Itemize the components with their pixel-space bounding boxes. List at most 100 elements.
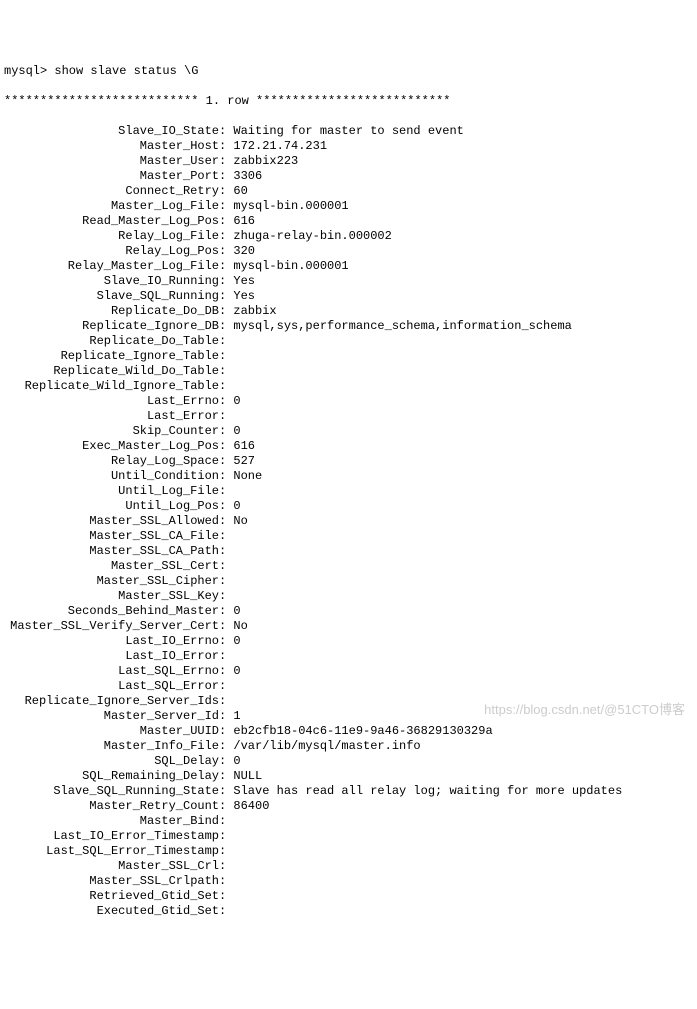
field-colon: :	[219, 829, 233, 843]
field-colon: :	[219, 529, 233, 543]
field-label: Master_SSL_Crl	[4, 859, 219, 874]
field-label: Master_Info_File	[4, 739, 219, 754]
field-label: Master_UUID	[4, 724, 219, 739]
field-row: Master_Log_File: mysql-bin.000001	[4, 199, 693, 214]
field-label: Master_Log_File	[4, 199, 219, 214]
field-label: Executed_Gtid_Set	[4, 904, 219, 919]
field-label: Connect_Retry	[4, 184, 219, 199]
field-row: Exec_Master_Log_Pos: 616	[4, 439, 693, 454]
field-label: Replicate_Ignore_Table	[4, 349, 219, 364]
field-label: Read_Master_Log_Pos	[4, 214, 219, 229]
field-row: Master_Port: 3306	[4, 169, 693, 184]
field-colon: :	[219, 424, 233, 438]
field-label: Until_Log_File	[4, 484, 219, 499]
field-colon: :	[219, 499, 233, 513]
field-value: 0	[233, 424, 240, 438]
field-value: NULL	[233, 769, 262, 783]
field-row: Executed_Gtid_Set:	[4, 904, 693, 919]
field-colon: :	[219, 814, 233, 828]
field-row: Master_Info_File: /var/lib/mysql/master.…	[4, 739, 693, 754]
mysql-prompt: mysql> show slave status \G	[4, 64, 693, 79]
field-label: Last_SQL_Error_Timestamp	[4, 844, 219, 859]
field-row: Relay_Log_Pos: 320	[4, 244, 693, 259]
field-label: Master_User	[4, 154, 219, 169]
field-row: Last_IO_Error:	[4, 649, 693, 664]
field-colon: :	[219, 559, 233, 573]
field-row: Master_SSL_Cert:	[4, 559, 693, 574]
field-row: Replicate_Wild_Do_Table:	[4, 364, 693, 379]
field-label: Slave_IO_Running	[4, 274, 219, 289]
field-row: Slave_SQL_Running_State: Slave has read …	[4, 784, 693, 799]
field-row: Master_SSL_Crlpath:	[4, 874, 693, 889]
field-colon: :	[219, 634, 233, 648]
field-value: 616	[233, 439, 255, 453]
field-colon: :	[219, 394, 233, 408]
field-value: 60	[233, 184, 247, 198]
field-row: Relay_Master_Log_File: mysql-bin.000001	[4, 259, 693, 274]
field-row: Seconds_Behind_Master: 0	[4, 604, 693, 619]
field-label: Relay_Log_Pos	[4, 244, 219, 259]
field-value: No	[233, 514, 247, 528]
field-colon: :	[219, 514, 233, 528]
field-colon: :	[219, 844, 233, 858]
field-colon: :	[219, 349, 233, 363]
field-label: Last_Error	[4, 409, 219, 424]
field-value: Yes	[233, 274, 255, 288]
field-value: 86400	[233, 799, 269, 813]
field-row: Master_SSL_CA_File:	[4, 529, 693, 544]
field-value: 320	[233, 244, 255, 258]
field-colon: :	[219, 484, 233, 498]
field-colon: :	[219, 754, 233, 768]
field-label: Master_SSL_Cert	[4, 559, 219, 574]
field-label: Until_Log_Pos	[4, 499, 219, 514]
field-label: Replicate_Do_Table	[4, 334, 219, 349]
field-colon: :	[219, 364, 233, 378]
field-label: Master_Retry_Count	[4, 799, 219, 814]
field-colon: :	[219, 139, 233, 153]
field-label: Last_IO_Error	[4, 649, 219, 664]
field-value: 1	[233, 709, 240, 723]
field-label: Master_SSL_Key	[4, 589, 219, 604]
field-colon: :	[219, 199, 233, 213]
field-row: Relay_Log_File: zhuga-relay-bin.000002	[4, 229, 693, 244]
field-row: Master_SSL_Key:	[4, 589, 693, 604]
field-colon: :	[219, 709, 233, 723]
field-value: 527	[233, 454, 255, 468]
field-row: Master_Bind:	[4, 814, 693, 829]
field-row: Skip_Counter: 0	[4, 424, 693, 439]
field-label: Master_SSL_Allowed	[4, 514, 219, 529]
field-colon: :	[219, 694, 233, 708]
field-row: Master_SSL_CA_Path:	[4, 544, 693, 559]
field-colon: :	[219, 184, 233, 198]
field-value: zabbix223	[233, 154, 298, 168]
field-row: Master_SSL_Verify_Server_Cert: No	[4, 619, 693, 634]
field-colon: :	[219, 244, 233, 258]
status-fields: Slave_IO_State: Waiting for master to se…	[4, 124, 693, 919]
field-colon: :	[219, 799, 233, 813]
field-colon: :	[219, 784, 233, 798]
field-colon: :	[219, 334, 233, 348]
field-colon: :	[219, 679, 233, 693]
field-colon: :	[219, 124, 233, 138]
field-label: SQL_Remaining_Delay	[4, 769, 219, 784]
field-row: Master_UUID: eb2cfb18-04c6-11e9-9a46-368…	[4, 724, 693, 739]
field-row: Master_SSL_Crl:	[4, 859, 693, 874]
field-label: Slave_SQL_Running	[4, 289, 219, 304]
field-value: Slave has read all relay log; waiting fo…	[233, 784, 622, 798]
field-label: Replicate_Do_DB	[4, 304, 219, 319]
field-row: Last_Errno: 0	[4, 394, 693, 409]
field-label: Master_Bind	[4, 814, 219, 829]
row-separator: *************************** 1. row *****…	[4, 94, 693, 109]
field-row: Master_Host: 172.21.74.231	[4, 139, 693, 154]
field-colon: :	[219, 889, 233, 903]
field-row: Until_Log_File:	[4, 484, 693, 499]
field-label: Master_Port	[4, 169, 219, 184]
field-row: Last_Error:	[4, 409, 693, 424]
field-colon: :	[219, 739, 233, 753]
field-colon: :	[219, 649, 233, 663]
field-row: Last_SQL_Error:	[4, 679, 693, 694]
field-row: SQL_Delay: 0	[4, 754, 693, 769]
field-colon: :	[219, 169, 233, 183]
field-label: Last_SQL_Error	[4, 679, 219, 694]
field-row: Read_Master_Log_Pos: 616	[4, 214, 693, 229]
